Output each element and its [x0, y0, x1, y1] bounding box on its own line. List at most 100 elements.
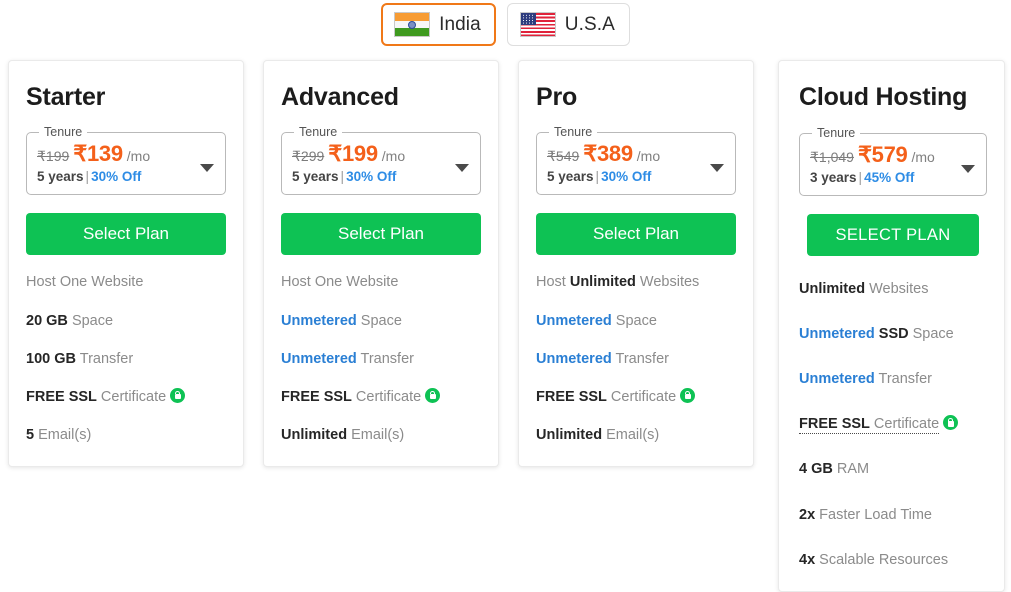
- feature-text-segment: 4 GB: [799, 461, 833, 478]
- select-plan-button[interactable]: Select Plan: [536, 212, 736, 256]
- feature-text-segment: Email(s): [347, 426, 405, 443]
- feature-text: FREE SSL Certificate: [799, 416, 940, 435]
- term-separator: |: [595, 168, 600, 184]
- term-length: 5 years: [292, 168, 339, 184]
- tenure-legend: Tenure: [554, 125, 593, 140]
- feature-text-segment: Unlimited: [569, 274, 636, 291]
- feature-text-segment: Email(s): [34, 426, 92, 443]
- feature-text-segment: Unmetered: [281, 350, 357, 367]
- feature-text-segment: Transfer: [356, 350, 414, 367]
- chevron-down-icon[interactable]: [710, 164, 724, 173]
- tenure-legend: Tenure: [817, 126, 856, 141]
- price-row: ₹1,049 ₹579/mo: [810, 141, 950, 167]
- feature-text-segment: Unmetered: [536, 312, 612, 329]
- feature-text-segment: Unmetered: [799, 371, 875, 388]
- feature-text-segment: 100 GB: [26, 350, 76, 367]
- plan-title: Advanced: [281, 83, 399, 111]
- feature-item: 100 GB Transfer: [26, 350, 226, 368]
- feature-text-segment: Space: [611, 312, 657, 329]
- feature-text: Unmetered Space: [281, 313, 402, 329]
- country-option-india[interactable]: India: [381, 3, 496, 46]
- feature-text-segment: Host: [536, 274, 570, 291]
- feature-item: FREE SSL Certificate: [281, 387, 481, 406]
- tenure-content: ₹549 ₹389/mo 5 years | 30% Off: [547, 140, 725, 185]
- feature-text-segment: Unmetered: [281, 312, 357, 329]
- feature-list: Unlimited Websites Unmetered SSD Space Unm…: [799, 280, 987, 569]
- tenure-content: ₹1,049 ₹579/mo 3 years | 45% Off: [810, 141, 976, 186]
- feature-text-segment: Space: [356, 312, 402, 329]
- term-length: 3 years: [810, 169, 857, 185]
- feature-text: Unlimited Websites: [799, 281, 928, 297]
- chevron-down-icon[interactable]: [961, 165, 975, 174]
- feature-text-segment: Space: [908, 326, 954, 343]
- tenure-select[interactable]: Tenure ₹199 ₹139/mo 5 years | 30% Off: [26, 126, 226, 195]
- feature-text: Unmetered SSD Space: [799, 326, 954, 342]
- price-row: ₹199 ₹139/mo: [37, 141, 189, 166]
- feature-text-segment: Scalable Resources: [815, 551, 949, 568]
- feature-text-segment: Transfer: [75, 350, 134, 367]
- feature-item: 4 GB RAM: [799, 460, 987, 478]
- plan-title: Starter: [26, 83, 106, 111]
- plan-card: Cloud Hosting Tenure ₹1,049 ₹579/mo 3 years |…: [778, 60, 1005, 592]
- feature-text-segment: Transfer: [611, 350, 669, 367]
- feature-item: Unmetered Transfer: [536, 350, 736, 368]
- select-plan-button[interactable]: Select Plan: [281, 212, 481, 256]
- country-switcher[interactable]: India U.S.A: [0, 3, 1011, 46]
- discount-badge: 30% Off: [601, 168, 652, 184]
- feature-text: FREE SSL Certificate: [26, 389, 166, 405]
- select-plan-button[interactable]: SELECT PLAN: [807, 213, 979, 256]
- feature-list: Host Unlimited Websites Unmetered Space Un…: [536, 273, 736, 444]
- feature-text: Host Unlimited Websites: [536, 274, 699, 290]
- feature-text-segment: Unlimited: [536, 426, 603, 443]
- feature-item: Unmetered Transfer: [281, 350, 481, 368]
- tenure-content: ₹199 ₹139/mo 5 years | 30% Off: [37, 141, 215, 185]
- feature-text-segment: Space: [67, 312, 114, 329]
- chevron-down-icon[interactable]: [200, 164, 214, 173]
- feature-list: Host One Website Unmetered Space Unmetered…: [281, 273, 481, 444]
- current-price: ₹579: [857, 141, 908, 167]
- price-row: ₹549 ₹389/mo: [547, 140, 699, 166]
- feature-text-segment: Faster Load Time: [815, 506, 932, 523]
- tenure-content: ₹299 ₹199/mo 5 years | 30% Off: [292, 141, 470, 185]
- feature-text-segment: Unlimited: [281, 426, 348, 443]
- feature-text-segment: 4x: [799, 551, 816, 568]
- term-separator: |: [340, 168, 345, 184]
- term-separator: |: [858, 169, 863, 185]
- feature-text-segment: Certificate: [351, 388, 422, 405]
- discount-badge: 30% Off: [91, 168, 142, 184]
- feature-item: Unmetered Space: [536, 312, 736, 330]
- tenure-select[interactable]: Tenure ₹549 ₹389/mo 5 years | 30% Off: [536, 126, 736, 195]
- plan-card: Advanced Tenure ₹299 ₹199/mo 5 years | 30% Off…: [263, 60, 499, 468]
- feature-text-segment: Unlimited: [799, 280, 866, 297]
- feature-text: 20 GB Space: [26, 313, 113, 329]
- tenure-select[interactable]: Tenure ₹1,049 ₹579/mo 3 years | 45% Off: [799, 127, 987, 196]
- plan-title: Pro: [536, 83, 578, 111]
- chevron-down-icon[interactable]: [455, 164, 469, 173]
- feature-text-segment: FREE SSL: [536, 388, 607, 405]
- feature-text-segment: Email(s): [602, 426, 660, 443]
- select-plan-button[interactable]: Select Plan: [26, 212, 226, 256]
- feature-item: Unlimited Websites: [799, 280, 987, 298]
- term-row: 5 years | 30% Off: [37, 168, 189, 185]
- term-row: 5 years | 30% Off: [292, 168, 444, 185]
- price-period: /mo: [911, 148, 935, 165]
- tenure-legend: Tenure: [299, 125, 338, 140]
- feature-text: Unlimited Email(s): [281, 427, 404, 443]
- feature-item: Unmetered Space: [281, 312, 481, 330]
- feature-text: 2x Faster Load Time: [799, 507, 932, 523]
- original-price: ₹1,049: [810, 148, 854, 165]
- feature-text: 5 Email(s): [26, 427, 91, 443]
- country-option-label: U.S.A: [564, 14, 615, 35]
- ssl-lock-icon: [425, 387, 441, 403]
- feature-text-segment: RAM: [832, 461, 870, 478]
- pricing-plans-row: Starter Tenure ₹199 ₹139/mo 5 years | 30% Off S…: [8, 60, 1008, 592]
- feature-text: 4 GB RAM: [799, 461, 869, 477]
- current-price: ₹389: [583, 140, 633, 166]
- feature-text-segment: Host One Website: [281, 274, 399, 291]
- tenure-select[interactable]: Tenure ₹299 ₹199/mo 5 years | 30% Off: [281, 126, 481, 195]
- feature-text: Unmetered Transfer: [536, 351, 669, 367]
- feature-list: Host One Website 20 GB Space 100 GB Transf…: [26, 273, 226, 444]
- country-option-usa[interactable]: U.S.A: [506, 3, 630, 46]
- term-length: 5 years: [37, 168, 84, 184]
- feature-item: FREE SSL Certificate: [26, 387, 226, 406]
